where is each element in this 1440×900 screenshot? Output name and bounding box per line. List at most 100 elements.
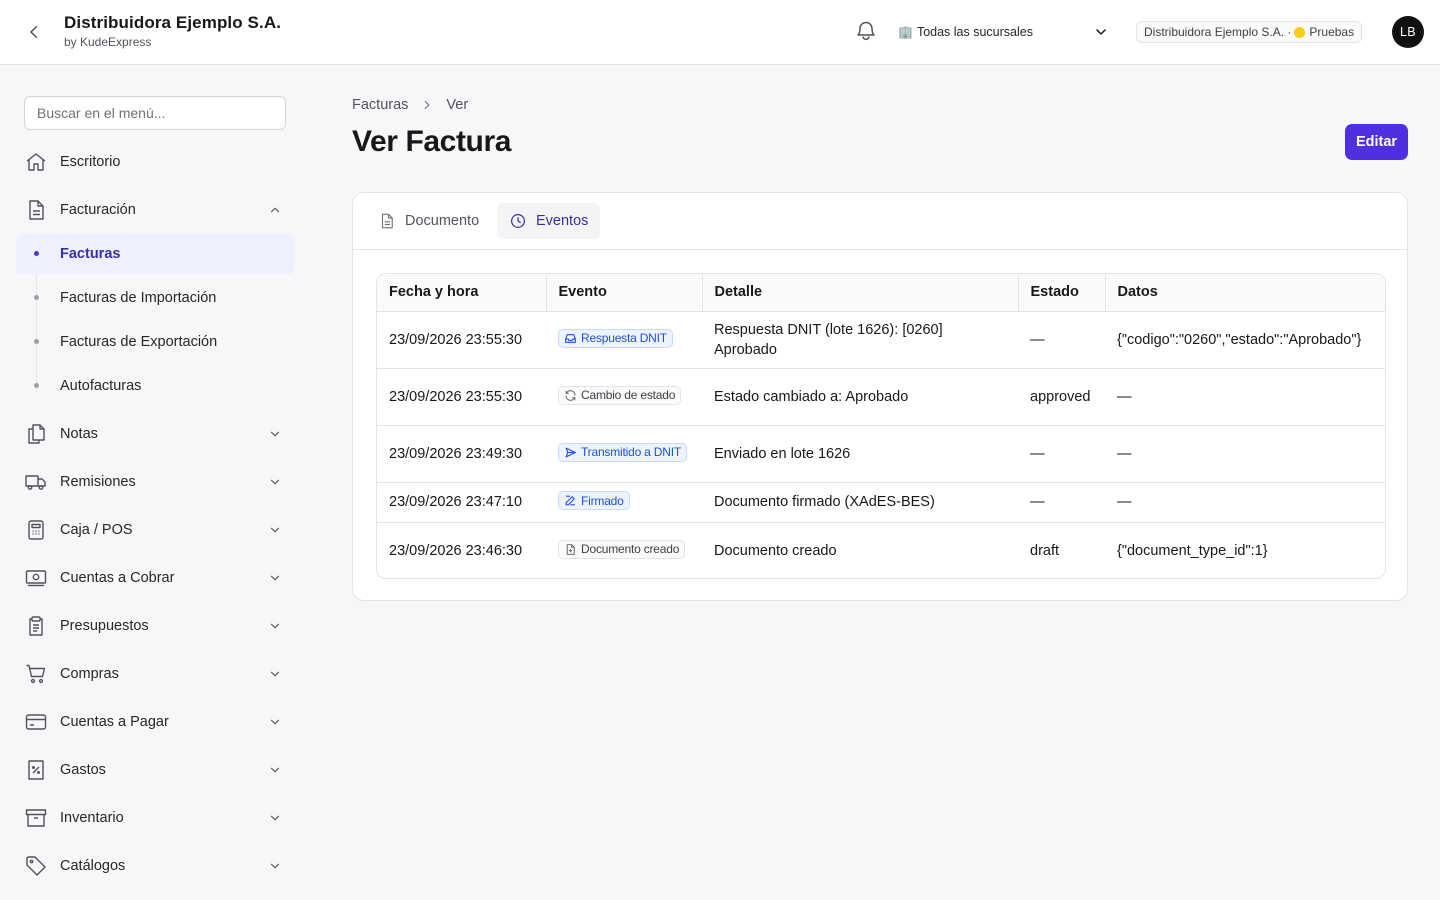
document-icon (381, 213, 393, 229)
chevron-down-icon (270, 527, 280, 533)
sidebar-item-remisiones[interactable]: Remisiones (16, 462, 294, 502)
chevron-up-icon (270, 207, 280, 213)
sidebar-subitem-autofacturas[interactable]: Autofacturas (16, 366, 294, 406)
column-header: Evento (546, 274, 703, 312)
chevron-down-icon (270, 479, 280, 485)
event-datetime: 23/09/2026 23:49:30 (377, 425, 546, 483)
tab-bar: Documento Eventos (353, 193, 1407, 250)
sidebar-subitem-label: Facturas de Exportación (60, 334, 218, 350)
user-avatar[interactable]: LB (1392, 16, 1424, 48)
event-data: — (1105, 368, 1385, 426)
sidebar-item-cuentas-pagar[interactable]: Cuentas a Pagar (16, 702, 294, 742)
event-detail: Estado cambiado a: Aprobado (702, 368, 1018, 426)
column-header: Detalle (702, 274, 1019, 312)
sidebar-item-catalogos[interactable]: Catálogos (16, 846, 294, 886)
tab-label: Eventos (536, 213, 589, 229)
tab-documento[interactable]: Documento (366, 203, 491, 239)
table-header-row: Fecha y hora Evento Detalle Estado Datos (377, 274, 1385, 312)
receipt-percent-icon (28, 760, 44, 780)
event-datetime: 23/09/2026 23:55:30 (377, 368, 546, 426)
event-type-label: Documento creado (581, 542, 680, 557)
refresh-icon (565, 389, 576, 401)
event-datetime: 23/09/2026 23:46:30 (389, 542, 523, 559)
event-status: — (1018, 311, 1105, 369)
back-arrow-icon[interactable] (22, 20, 46, 44)
sidebar-item-presupuestos[interactable]: Presupuestos (16, 606, 294, 646)
event-type-badge: Transmitido a DNIT (558, 442, 687, 462)
sidebar-subitem-facturas[interactable]: Facturas (16, 234, 294, 274)
chevron-right-icon (420, 98, 434, 112)
table-row: 23/09/2026 23:55:30 Respuesta DNIT Respu… (377, 311, 1385, 369)
tab-label: Documento (405, 213, 480, 229)
event-type-badge: Firmado (558, 491, 630, 510)
sidebar-item-label: Caja / POS (60, 522, 133, 538)
table-row: 23/09/2026 23:47:10 Firmado Documento fi… (377, 482, 1385, 523)
breadcrumb-current: Ver (446, 97, 469, 113)
breadcrumb-parent-link[interactable]: Facturas (352, 97, 408, 113)
sidebar-item-label: Gastos (60, 762, 106, 778)
sidebar-item-inventario[interactable]: Inventario (16, 798, 294, 838)
column-header: Datos (1105, 274, 1385, 312)
top-header: Distribuidora Ejemplo S.A. by KudeExpres… (0, 0, 1440, 65)
sidebar-item-label: Notas (60, 426, 98, 442)
company-title: Distribuidora Ejemplo S.A. (64, 13, 282, 32)
event-detail: Documento firmado (XAdES-BES) (702, 482, 1018, 523)
event-data: {"document_type_id":1} (1117, 542, 1268, 559)
events-table: Fecha y hora Evento Detalle Estado Datos… (376, 273, 1386, 579)
bell-icon[interactable] (854, 20, 878, 44)
event-data: — (1105, 482, 1385, 523)
event-status: — (1018, 482, 1105, 523)
chevron-down-icon (270, 815, 280, 821)
sidebar-item-facturacion[interactable]: Facturación (16, 190, 294, 230)
sidebar-subitem-label: Autofacturas (60, 378, 142, 394)
sidebar-item-compras[interactable]: Compras (16, 654, 294, 694)
chevron-down-icon (270, 431, 280, 437)
event-type-badge: Respuesta DNIT (558, 328, 673, 348)
sidebar-item-label: Inventario (60, 810, 124, 826)
sidebar-subitem-label: Facturas (60, 246, 121, 262)
company-badge-name: Distribuidora Ejemplo S.A. · (1144, 25, 1292, 39)
chevron-down-icon (270, 671, 280, 677)
sidebar-subitem-facturas-importacion[interactable]: Facturas de Importación (16, 278, 294, 318)
sidebar-item-cuentas-cobrar[interactable]: Cuentas a Cobrar (16, 558, 294, 598)
menu-search-input[interactable] (24, 96, 286, 130)
event-datetime: 23/09/2026 23:47:10 (377, 482, 546, 523)
sidebar-item-notas[interactable]: Notas (16, 414, 294, 454)
branch-select[interactable]: 🏢 Todas las sucursales (898, 20, 1113, 44)
event-type-label: Respuesta DNIT (581, 331, 667, 345)
branch-select-value: Todas las sucursales (916, 25, 1033, 39)
company-subtitle: by KudeExpress (64, 35, 152, 49)
sidebar-subitem-facturas-exportacion[interactable]: Facturas de Exportación (16, 322, 294, 362)
copy-icon (28, 424, 45, 444)
sidebar-item-gastos[interactable]: Gastos (16, 750, 294, 790)
event-detail: Respuesta DNIT (lote 1626): [0260] Aprob… (702, 311, 1018, 369)
event-type-label: Firmado (581, 493, 624, 508)
sidebar-item-label: Escritorio (60, 154, 121, 170)
event-detail: Documento creado (714, 542, 837, 559)
building-icon: 🏢 (898, 25, 913, 39)
event-type-label: Transmitido a DNIT (581, 445, 681, 459)
chevron-down-icon (270, 863, 280, 869)
page-title: Ver Factura (352, 125, 512, 158)
clipboard-icon (29, 616, 43, 636)
tab-eventos[interactable]: Eventos (497, 203, 601, 239)
chevron-down-icon (270, 767, 280, 773)
chevron-down-icon (270, 575, 280, 581)
edit-button[interactable]: Editar (1345, 124, 1408, 160)
bullet-dot-icon (34, 251, 39, 256)
event-data: {"codigo":"0260","estado":"Aprobado"} (1105, 311, 1385, 369)
chevron-down-icon (270, 719, 280, 725)
sidebar-item-caja-pos[interactable]: Caja / POS (16, 510, 294, 550)
chevron-down-icon (1096, 29, 1106, 35)
clock-icon (511, 214, 525, 228)
event-type-label: Cambio de estado (581, 388, 676, 402)
tag-icon (26, 856, 46, 876)
home-icon (26, 153, 46, 171)
table-row: 23/09/2026 23:55:30 Cambio de estado Est… (377, 368, 1385, 426)
sidebar-item-label: Compras (60, 666, 119, 682)
sidebar-item-escritorio[interactable]: Escritorio (16, 142, 294, 182)
truck-icon (25, 475, 46, 490)
document-icon (29, 200, 44, 220)
event-datetime: 23/09/2026 23:55:30 (377, 311, 546, 369)
send-icon (565, 447, 576, 457)
